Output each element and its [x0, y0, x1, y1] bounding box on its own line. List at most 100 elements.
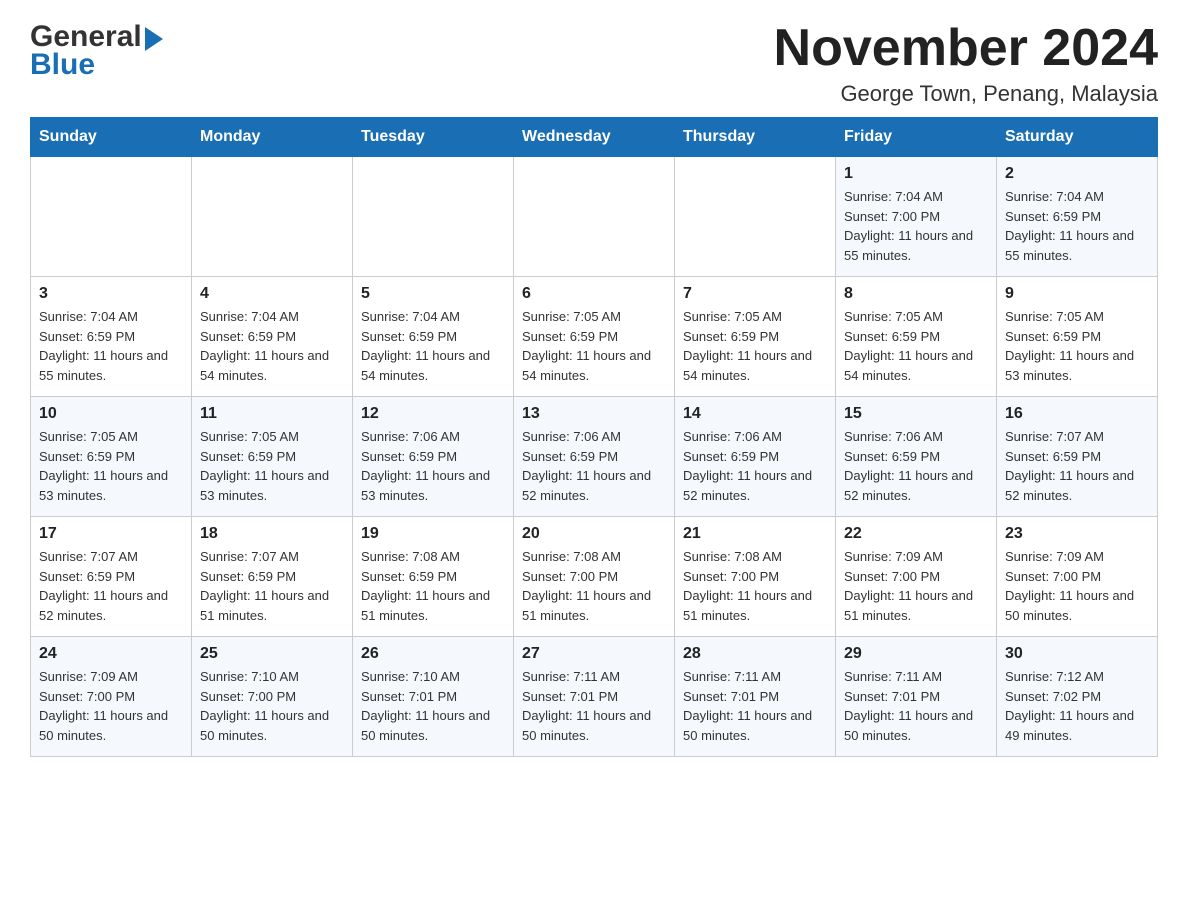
day-info: Sunrise: 7:08 AMSunset: 6:59 PMDaylight:…: [361, 547, 505, 625]
day-number: 7: [683, 285, 827, 303]
day-number: 27: [522, 645, 666, 663]
day-info: Sunrise: 7:07 AMSunset: 6:59 PMDaylight:…: [39, 547, 183, 625]
calendar-cell: 2 Sunrise: 7:04 AMSunset: 6:59 PMDaylight…: [997, 157, 1158, 277]
calendar-cell: 4Sunrise: 7:04 AMSunset: 6:59 PMDaylight…: [192, 277, 353, 397]
day-info: Sunrise: 7:10 AMSunset: 7:01 PMDaylight:…: [361, 667, 505, 745]
calendar-cell: 9 Sunrise: 7:05 AMSunset: 6:59 PMDaylight…: [997, 277, 1158, 397]
logo: General Blue: [30, 20, 163, 82]
weekday-header-tuesday: Tuesday: [353, 118, 514, 157]
day-number: 26: [361, 645, 505, 663]
day-info: Sunrise: 7:05 AMSunset: 6:59 PMDaylight:…: [39, 427, 183, 505]
weekday-header-wednesday: Wednesday: [514, 118, 675, 157]
day-number: 15: [844, 405, 988, 423]
day-number: 23: [1005, 525, 1149, 543]
day-info: Sunrise: 7:04 AMSunset: 6:59 PMDaylight:…: [1005, 187, 1149, 265]
calendar-table: SundayMondayTuesdayWednesdayThursdayFrid…: [30, 117, 1158, 757]
day-number: 1: [844, 165, 988, 183]
day-info: Sunrise: 7:05 AMSunset: 6:59 PMDaylight:…: [683, 307, 827, 385]
weekday-header-sunday: Sunday: [31, 118, 192, 157]
calendar-cell: 15 Sunrise: 7:06 AMSunset: 6:59 PMDayligh…: [836, 397, 997, 517]
calendar-cell: [192, 157, 353, 277]
day-info: Sunrise: 7:07 AMSunset: 6:59 PMDaylight:…: [200, 547, 344, 625]
calendar-cell: 25 Sunrise: 7:10 AMSunset: 7:00 PMDayligh…: [192, 637, 353, 757]
day-number: 29: [844, 645, 988, 663]
day-info: Sunrise: 7:09 AMSunset: 7:00 PMDaylight:…: [844, 547, 988, 625]
day-number: 5: [361, 285, 505, 303]
page-title: November 2024: [774, 20, 1158, 77]
calendar-cell: 7 Sunrise: 7:05 AMSunset: 6:59 PMDaylight…: [675, 277, 836, 397]
day-number: 3: [39, 285, 183, 303]
day-number: 18: [200, 525, 344, 543]
weekday-header-row: SundayMondayTuesdayWednesdayThursdayFrid…: [31, 118, 1158, 157]
day-number: 17: [39, 525, 183, 543]
weekday-header-friday: Friday: [836, 118, 997, 157]
day-info: Sunrise: 7:04 AMSunset: 6:59 PMDaylight:…: [361, 307, 505, 385]
calendar-cell: 5 Sunrise: 7:04 AMSunset: 6:59 PMDaylight…: [353, 277, 514, 397]
weekday-header-thursday: Thursday: [675, 118, 836, 157]
calendar-cell: 18 Sunrise: 7:07 AMSunset: 6:59 PMDayligh…: [192, 517, 353, 637]
calendar-cell: 20 Sunrise: 7:08 AMSunset: 7:00 PMDayligh…: [514, 517, 675, 637]
day-number: 21: [683, 525, 827, 543]
calendar-cell: 27 Sunrise: 7:11 AMSunset: 7:01 PMDayligh…: [514, 637, 675, 757]
day-info: Sunrise: 7:04 AMSunset: 6:59 PMDaylight:…: [200, 307, 344, 385]
calendar-cell: 17 Sunrise: 7:07 AMSunset: 6:59 PMDayligh…: [31, 517, 192, 637]
day-info: Sunrise: 7:10 AMSunset: 7:00 PMDaylight:…: [200, 667, 344, 745]
calendar-cell: 11Sunrise: 7:05 AMSunset: 6:59 PMDayligh…: [192, 397, 353, 517]
calendar-cell: 21 Sunrise: 7:08 AMSunset: 7:00 PMDayligh…: [675, 517, 836, 637]
day-number: 22: [844, 525, 988, 543]
calendar-cell: 26 Sunrise: 7:10 AMSunset: 7:01 PMDayligh…: [353, 637, 514, 757]
day-info: Sunrise: 7:08 AMSunset: 7:00 PMDaylight:…: [522, 547, 666, 625]
calendar-cell: 13Sunrise: 7:06 AMSunset: 6:59 PMDayligh…: [514, 397, 675, 517]
day-info: Sunrise: 7:09 AMSunset: 7:00 PMDaylight:…: [39, 667, 183, 745]
day-number: 16: [1005, 405, 1149, 423]
day-info: Sunrise: 7:06 AMSunset: 6:59 PMDaylight:…: [361, 427, 505, 505]
day-info: Sunrise: 7:06 AMSunset: 6:59 PMDaylight:…: [844, 427, 988, 505]
calendar-week-row: 3 Sunrise: 7:04 AMSunset: 6:59 PMDaylight…: [31, 277, 1158, 397]
day-info: Sunrise: 7:05 AMSunset: 6:59 PMDaylight:…: [200, 427, 344, 505]
day-number: 6: [522, 285, 666, 303]
day-number: 9: [1005, 285, 1149, 303]
day-number: 28: [683, 645, 827, 663]
day-info: Sunrise: 7:04 AMSunset: 6:59 PMDaylight:…: [39, 307, 183, 385]
calendar-week-row: 1 Sunrise: 7:04 AMSunset: 7:00 PMDaylight…: [31, 157, 1158, 277]
day-info: Sunrise: 7:06 AMSunset: 6:59 PMDaylight:…: [683, 427, 827, 505]
calendar-cell: [675, 157, 836, 277]
day-info: Sunrise: 7:05 AMSunset: 6:59 PMDaylight:…: [522, 307, 666, 385]
day-info: Sunrise: 7:11 AMSunset: 7:01 PMDaylight:…: [522, 667, 666, 745]
day-number: 12: [361, 405, 505, 423]
logo-blue-text: Blue: [30, 48, 163, 82]
calendar-cell: 29 Sunrise: 7:11 AMSunset: 7:01 PMDayligh…: [836, 637, 997, 757]
calendar-cell: [31, 157, 192, 277]
day-number: 2: [1005, 165, 1149, 183]
day-number: 13: [522, 405, 666, 423]
day-number: 8: [844, 285, 988, 303]
day-number: 25: [200, 645, 344, 663]
day-info: Sunrise: 7:05 AMSunset: 6:59 PMDaylight:…: [1005, 307, 1149, 385]
calendar-cell: 16Sunrise: 7:07 AMSunset: 6:59 PMDayligh…: [997, 397, 1158, 517]
calendar-cell: 10Sunrise: 7:05 AMSunset: 6:59 PMDayligh…: [31, 397, 192, 517]
calendar-week-row: 24 Sunrise: 7:09 AMSunset: 7:00 PMDayligh…: [31, 637, 1158, 757]
page-subtitle: George Town, Penang, Malaysia: [774, 81, 1158, 107]
calendar-cell: 8 Sunrise: 7:05 AMSunset: 6:59 PMDaylight…: [836, 277, 997, 397]
calendar-cell: 14 Sunrise: 7:06 AMSunset: 6:59 PMDayligh…: [675, 397, 836, 517]
day-info: Sunrise: 7:12 AMSunset: 7:02 PMDaylight:…: [1005, 667, 1149, 745]
day-number: 24: [39, 645, 183, 663]
day-info: Sunrise: 7:04 AMSunset: 7:00 PMDaylight:…: [844, 187, 988, 265]
day-info: Sunrise: 7:11 AMSunset: 7:01 PMDaylight:…: [683, 667, 827, 745]
calendar-cell: 19 Sunrise: 7:08 AMSunset: 6:59 PMDayligh…: [353, 517, 514, 637]
day-info: Sunrise: 7:11 AMSunset: 7:01 PMDaylight:…: [844, 667, 988, 745]
calendar-cell: [514, 157, 675, 277]
weekday-header-monday: Monday: [192, 118, 353, 157]
calendar-cell: 23Sunrise: 7:09 AMSunset: 7:00 PMDayligh…: [997, 517, 1158, 637]
calendar-cell: 22 Sunrise: 7:09 AMSunset: 7:00 PMDayligh…: [836, 517, 997, 637]
calendar-cell: 30 Sunrise: 7:12 AMSunset: 7:02 PMDayligh…: [997, 637, 1158, 757]
day-number: 19: [361, 525, 505, 543]
calendar-cell: [353, 157, 514, 277]
day-info: Sunrise: 7:05 AMSunset: 6:59 PMDaylight:…: [844, 307, 988, 385]
calendar-cell: 12 Sunrise: 7:06 AMSunset: 6:59 PMDayligh…: [353, 397, 514, 517]
title-area: November 2024 George Town, Penang, Malay…: [774, 20, 1158, 107]
day-number: 14: [683, 405, 827, 423]
day-number: 30: [1005, 645, 1149, 663]
day-number: 20: [522, 525, 666, 543]
day-info: Sunrise: 7:08 AMSunset: 7:00 PMDaylight:…: [683, 547, 827, 625]
